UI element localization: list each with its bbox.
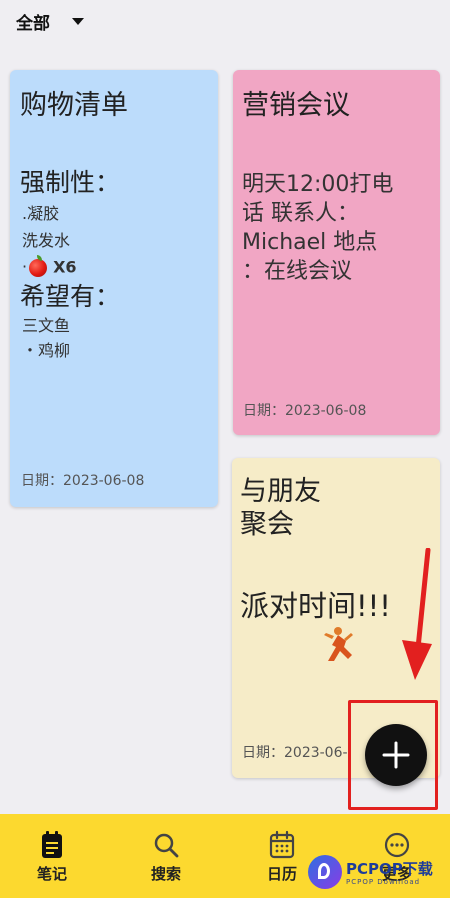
nav-item-calendar[interactable]: 日历 [250, 830, 314, 884]
list-item: 三文鱼 [22, 316, 71, 335]
note-body-line: Michael 地点 [242, 230, 378, 255]
note-title-line: 与朋友 [240, 476, 321, 507]
note-title: 购物清单 [20, 90, 128, 121]
nav-item-search[interactable]: 搜索 [134, 830, 198, 884]
watermark-text-block: PCPOP下载 PCPOP Download [346, 859, 433, 886]
note-date: 日期：2023-06- [242, 745, 348, 761]
nav-label: 笔记 [36, 865, 67, 883]
note-date: 日期：2023-06-08 [243, 403, 367, 419]
note-body: 派对时间!!! [240, 589, 391, 623]
plus-icon [382, 741, 410, 769]
list-item: ・鸡柳 [22, 341, 71, 360]
note-body-line: 话 联系人： [242, 201, 359, 226]
watermark-subtext: PCPOP Download [346, 877, 421, 886]
nav-label: 搜索 [150, 865, 181, 883]
add-note-button[interactable] [365, 724, 427, 786]
item-quantity: X6 [53, 257, 77, 277]
list-item: .凝胶 [22, 204, 60, 223]
note-section-heading: 强制性： [20, 168, 121, 197]
watermark: PCPOP下载 PCPOP Download [308, 852, 433, 892]
chevron-down-icon [72, 17, 84, 25]
nav-item-notes[interactable]: 笔记 [20, 830, 84, 884]
note-section-heading: 希望有： [20, 282, 121, 311]
category-filter-dropdown[interactable]: 全部 [16, 8, 84, 34]
watermark-text: PCPOP下载 [346, 859, 433, 878]
note-card-shopping[interactable]: 购物清单 强制性： .凝胶 洗发水 · X6 希望有： 三文鱼 ・鸡柳 日期：20… [10, 70, 218, 507]
note-date: 日期：2023-06-08 [21, 473, 145, 489]
pcpop-logo-icon [308, 855, 342, 889]
note-body-line: 明天12:00打电 [242, 172, 394, 197]
search-icon [154, 833, 179, 858]
note-icon [42, 831, 62, 858]
bullet-dot: · [22, 257, 28, 276]
note-body: 明天12:00打电 话 联系人： Michael 地点 ：在线会议 [242, 170, 393, 286]
note-body-line: ：在线会议 [242, 259, 353, 284]
dancer-emoji-icon [324, 627, 353, 661]
note-title: 营销会议 [242, 90, 350, 121]
note-card-meeting[interactable]: 营销会议 明天12:00打电 话 联系人： Michael 地点 ：在线会议 日… [233, 70, 440, 435]
list-item: 洗发水 [22, 231, 71, 250]
list-item: · X6 [22, 254, 77, 279]
filter-label: 全部 [16, 13, 50, 34]
nav-label: 日历 [266, 865, 297, 883]
note-title-line: 聚会 [240, 509, 294, 540]
note-title: 与朋友 聚会 [240, 475, 321, 541]
calendar-icon [269, 830, 295, 859]
apple-icon [29, 254, 48, 277]
